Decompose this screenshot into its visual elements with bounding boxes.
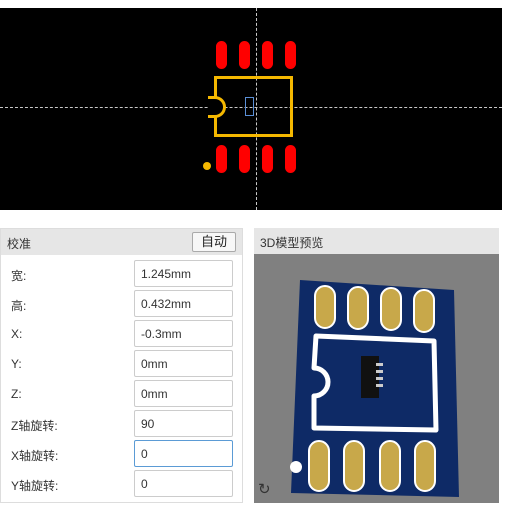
model-preview-header: 3D模型预览 [254,228,499,254]
x-rotation-label: X轴旋转: [11,449,59,463]
z-row: Z: [1,379,244,409]
pad-3d [413,289,435,333]
pad-3d [314,285,336,329]
z-label: Z: [11,387,22,401]
model-3d-viewport[interactable]: ↻ [254,254,499,503]
pin1-dot-3d [290,461,302,473]
calibration-title: 校准 [7,237,32,251]
height-row: 高: [1,289,244,319]
model-preview-title: 3D模型预览 [260,236,324,250]
y-rotation-label: Y轴旋转: [11,479,59,493]
chip-lead [376,377,383,380]
x-input[interactable] [134,320,233,347]
y-label: Y: [11,357,22,371]
chip-lead [376,370,383,373]
top-pad [216,41,227,69]
footprint-preview[interactable] [0,8,502,210]
pad-3d [347,286,369,330]
pad-3d [380,287,402,331]
z-input[interactable] [134,380,233,407]
x-rotation-row: X轴旋转: [1,439,244,469]
pin1-marker [203,162,211,170]
bottom-pad [262,145,273,173]
z-rotation-row: Z轴旋转: [1,409,244,439]
height-input[interactable] [134,290,233,317]
pad-3d [308,440,330,492]
bottom-pad [239,145,250,173]
x-label: X: [11,327,23,341]
z-rotation-label: Z轴旋转: [11,419,58,433]
width-label: 宽: [11,269,27,283]
pad-3d [414,440,436,492]
body-marker [245,97,254,116]
y-row: Y: [1,349,244,379]
width-row: 宽: [1,259,244,289]
bottom-pad [216,145,227,173]
y-rotation-row: Y轴旋转: [1,469,244,499]
chip-lead [376,363,383,366]
width-input[interactable] [134,260,233,287]
x-row: X: [1,319,244,349]
pad-3d [379,440,401,492]
top-pad [239,41,250,69]
calibration-header: 校准 自动 [1,229,242,255]
refresh-icon[interactable]: ↻ [258,482,271,497]
auto-button[interactable]: 自动 [191,232,236,252]
y-rotation-input[interactable] [134,470,233,497]
y-input[interactable] [134,350,233,377]
calibration-panel: 校准 自动 宽: 高: X: Y: Z: Z轴旋转: X轴旋转: Y轴旋转: [0,228,243,503]
height-label: 高: [11,299,27,313]
x-rotation-input[interactable] [134,440,233,467]
top-pad [285,41,296,69]
pad-3d [343,440,365,492]
top-pad [262,41,273,69]
pcb-3d-render [290,280,459,497]
bottom-pad [285,145,296,173]
z-rotation-input[interactable] [134,410,233,437]
model-preview-panel: 3D模型预览 ↻ [254,228,499,503]
chip-lead [376,384,383,387]
